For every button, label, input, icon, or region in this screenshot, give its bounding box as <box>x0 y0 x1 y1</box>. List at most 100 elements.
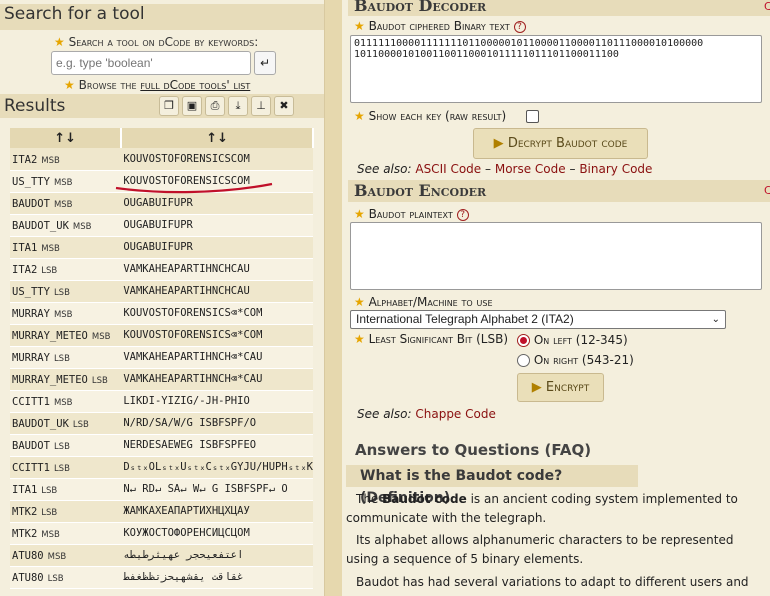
table-row[interactable]: MURRAY_METEO MSB KOUVOSTOFORENSICS⌫*COM <box>10 324 313 347</box>
radio-unchecked-icon <box>517 354 530 367</box>
link-chappe-code[interactable]: Chappe Code <box>415 407 496 421</box>
table-row[interactable]: ITA2 MSB KOUVOSTOFORENSICSCOM <box>10 148 313 171</box>
table-row[interactable]: CCITT1 LSB DₛₜₓOLₛₜₓUₛₜₓCₛₜₓGYJU/HUPHₛₜₓK <box>10 456 313 479</box>
help-icon[interactable]: ? <box>513 20 526 33</box>
play-icon: ▶ <box>531 380 542 395</box>
alphabet-cell: MURRAY_METEO LSB <box>10 368 122 391</box>
alphabet-name: BAUDOT <box>12 440 50 452</box>
decoded-text: اعتفعيحجر عهيثرطيطه <box>121 544 313 567</box>
help-icon[interactable]: ? <box>456 208 469 221</box>
radio-on-left[interactable]: On left (12-345) <box>517 333 628 347</box>
radio-on-right[interactable]: On right (543-21) <box>517 353 634 367</box>
table-row[interactable]: ITA2 LSB VAMKAHEAPARTIHNCHCAU <box>10 258 313 281</box>
alphabet-name: MTK2 <box>12 506 38 518</box>
encoder-title-text: Baudot Encoder <box>354 181 487 200</box>
pin-icon[interactable]: ⊥ <box>251 96 271 116</box>
bit-order: MSB <box>53 310 73 320</box>
table-row[interactable]: ITA1 LSB N↵ RD↵ SA↵ W↵ G ISBFSPF↵ O <box>10 478 313 501</box>
results-header: Results ❐ ▣ ⎙ ⤓ ⊥ ✖ <box>0 94 324 118</box>
radio-checked-icon <box>517 334 530 347</box>
star-icon: ★ <box>354 332 365 346</box>
table-row[interactable]: BAUDOT_UK MSB OUGABUIFUPR <box>10 214 313 237</box>
browse-line: ★ Browse the full dCode tools' list <box>64 78 250 92</box>
show-key-label: Show each key (raw result) <box>368 109 507 123</box>
alphabet-cell: ITA2 MSB <box>10 148 122 171</box>
table-row[interactable]: BAUDOT_UK LSB N/RD/SA/W/G ISBFSPF/O <box>10 412 313 435</box>
table-row[interactable]: ATU80 LSB غقاقت يقشهيحزتظظغفط <box>10 566 313 589</box>
bit-order: LSB <box>53 354 70 364</box>
star-icon: ★ <box>354 109 365 123</box>
search-go-button[interactable]: ↵ <box>254 51 276 75</box>
search-input[interactable] <box>51 51 251 75</box>
plaintext-label-text: Baudot plaintext <box>368 207 453 221</box>
enter-icon: ↵ <box>259 56 271 70</box>
star-icon: ★ <box>354 207 365 221</box>
alphabet-cell: MURRAY_METEO MSB <box>10 324 122 347</box>
alphabet-name: BAUDOT_UK <box>12 220 69 232</box>
sort-column-2[interactable]: ↑↓ <box>121 128 314 148</box>
link-ascii-code[interactable]: ASCII Code <box>415 162 481 176</box>
sort-column-1[interactable]: ↑↓ <box>10 128 123 148</box>
decrypt-button[interactable]: ▶ Decrypt Baudot code <box>473 128 648 159</box>
table-row[interactable]: MTK2 LSB ЖАМКАХЕАПАРТИХНЦХЦАУ <box>10 500 313 523</box>
table-row[interactable]: CCITT1 MSB LIKDI-YIZIG/-JH-PHIO <box>10 390 313 413</box>
table-row[interactable]: ATU80 MSB اعتفعيحجر عهيثرطيطه <box>10 544 313 567</box>
alphabet-name: ITA2 <box>12 153 38 166</box>
table-row[interactable]: MURRAY MSB KOUVOSTOFORENSICS⌫*COM <box>10 302 313 325</box>
bit-order: MSB <box>53 398 73 408</box>
table-row[interactable]: MURRAY_METEO LSB VAMKAHEAPARTIHNCH⌫*CAU <box>10 368 313 391</box>
plaintext-input[interactable] <box>350 222 762 290</box>
bit-order: LSB <box>41 486 58 496</box>
play-icon: ▶ <box>493 136 504 151</box>
table-row[interactable]: MURRAY LSB VAMKAHEAPARTIHNCH⌫*CAU <box>10 346 313 369</box>
alphabet-name: US_TTY <box>12 286 50 298</box>
alphabet-cell: ITA1 MSB <box>10 236 122 259</box>
decrypt-button-label: Decrypt Baudot code <box>507 136 628 151</box>
ciphertext-input[interactable]: 0111111000011111110110000010110000110000… <box>350 35 762 103</box>
bit-order: LSB <box>72 420 89 430</box>
decoded-text: ЖАМКАХЕАПАРТИХНЦХЦАУ <box>121 500 313 523</box>
decoded-text: DₛₜₓOLₛₜₓUₛₜₓCₛₜₓGYJU/HUPHₛₜₓK <box>121 456 313 479</box>
on-left-label: On left <box>533 333 572 347</box>
link-binary-code[interactable]: Binary Code <box>579 162 652 176</box>
table-row[interactable]: BAUDOT LSB NERDESAEWEG ISBFSPFEO <box>10 434 313 457</box>
lsb-label-text: Least Significant Bit (LSB) <box>368 332 509 346</box>
decoded-text: КОУЖОСТОФОРЕНСИЦСЦОМ <box>121 522 313 545</box>
browse-prefix: Browse the <box>78 78 141 92</box>
bit-order: MSB <box>41 530 60 540</box>
star-icon: ★ <box>64 78 75 92</box>
alphabet-name: US_TTY <box>12 176 50 188</box>
show-key-checkbox[interactable] <box>526 110 539 123</box>
on-right-detail: (543-21) <box>581 353 634 367</box>
copy-icon[interactable]: ❐ <box>159 96 179 116</box>
decoder-title-text: Baudot Decoder <box>354 0 487 15</box>
bit-order: LSB <box>53 464 70 474</box>
browse-link[interactable]: full dCode tools' list <box>140 78 250 92</box>
print-icon[interactable]: ⎙ <box>205 96 225 116</box>
decoder-field-label: ★ Baudot ciphered Binary text ? <box>354 19 526 33</box>
download-icon[interactable]: ⤓ <box>228 96 248 116</box>
encrypt-button-label: Encrypt <box>545 380 590 395</box>
lsb-label: ★ Least Significant Bit (LSB) <box>354 332 508 346</box>
table-row[interactable]: US_TTY LSB VAMKAHEAPARTIHNCHCAU <box>10 280 313 303</box>
decoded-text: VAMKAHEAPARTIHNCHCAU <box>121 280 313 303</box>
link-separator: – <box>569 162 576 176</box>
decoder-see-also: See also: ASCII Code – Morse Code – Bina… <box>357 162 652 176</box>
alphabet-cell: MTK2 LSB <box>10 500 122 523</box>
alphabet-select[interactable]: International Telegraph Alphabet 2 (ITA2… <box>350 310 726 329</box>
close-icon[interactable]: ✖ <box>274 96 294 116</box>
decoded-text: N↵ RD↵ SA↵ W↵ G ISBFSPF↵ O <box>121 478 313 501</box>
on-left-detail: (12-345) <box>575 333 628 347</box>
decoded-text: NERDESAEWEG ISBFSPFEO <box>121 434 313 457</box>
link-morse-code[interactable]: Morse Code <box>495 162 566 176</box>
table-row[interactable]: MTK2 MSB КОУЖОСТОФОРЕНСИЦСЦОМ <box>10 522 313 545</box>
table-row[interactable]: ITA1 MSB OUGABUIFUPR <box>10 236 313 259</box>
column-divider <box>324 0 342 596</box>
alphabet-cell: ATU80 LSB <box>10 566 122 589</box>
alphabet-name: MURRAY <box>12 352 50 364</box>
search-title: Search for a tool <box>0 4 324 30</box>
encrypt-button[interactable]: ▶ Encrypt <box>517 373 604 402</box>
save-icon[interactable]: ▣ <box>182 96 202 116</box>
alphabet-name: ATU80 <box>12 572 44 584</box>
faq-question: What is the Baudot code? (Definition) <box>346 465 638 506</box>
